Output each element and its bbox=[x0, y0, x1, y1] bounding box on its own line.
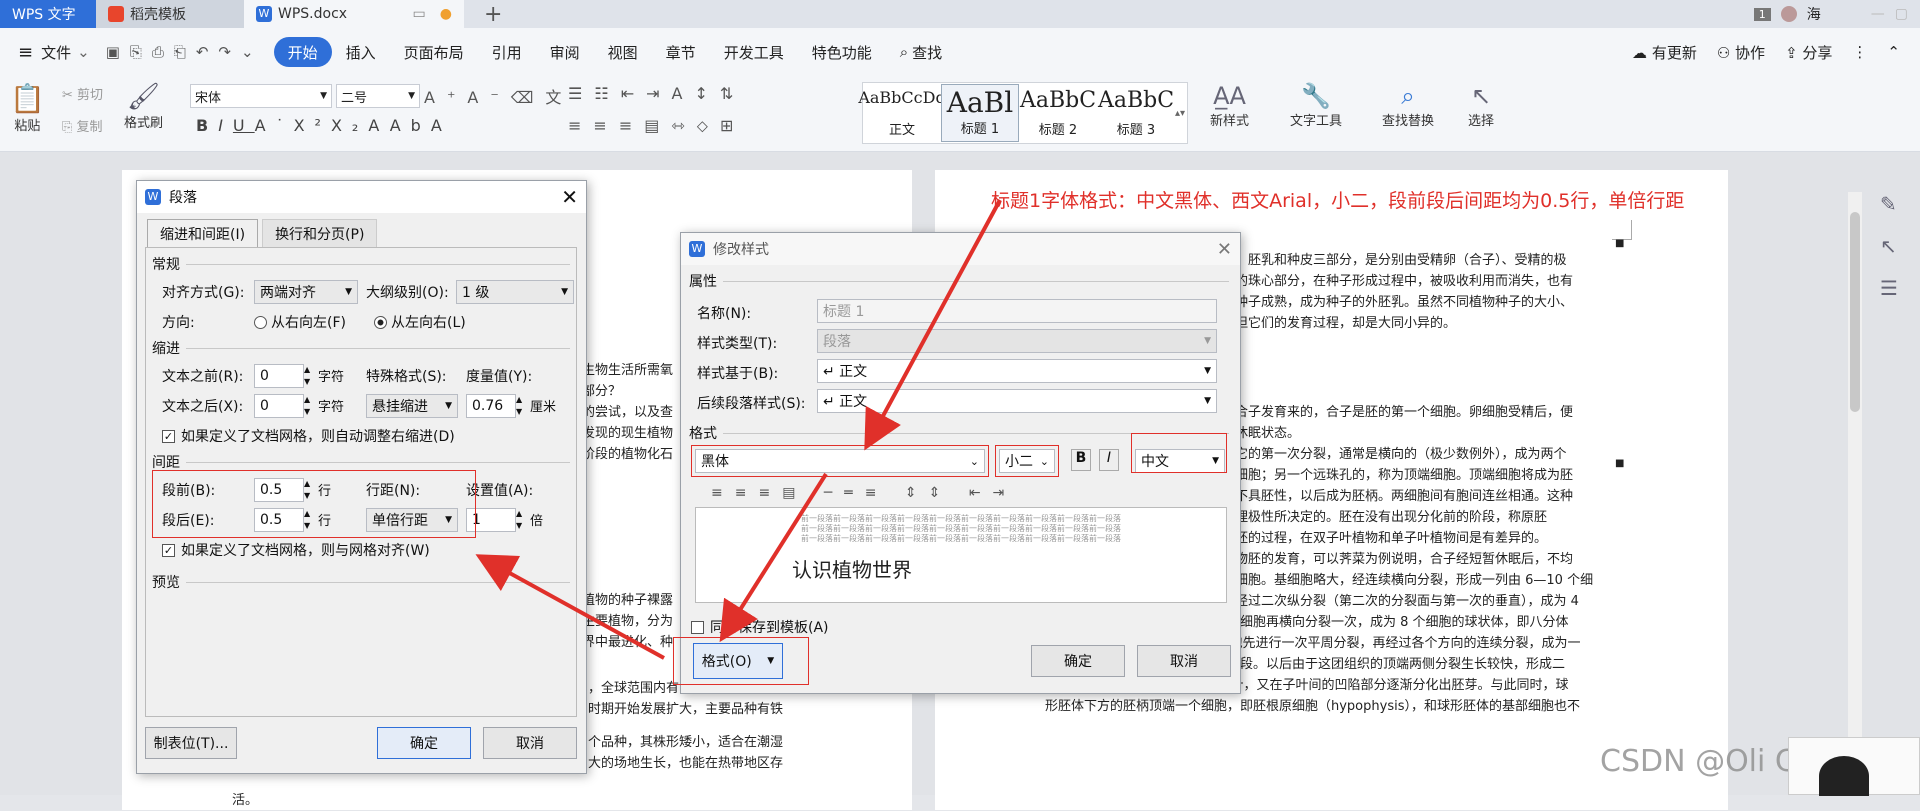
arrow-to-font bbox=[864, 199, 1002, 451]
arrow-to-format bbox=[719, 472, 828, 643]
annotation-arrows bbox=[475, 199, 1002, 660]
arrow-to-spacing bbox=[475, 554, 665, 660]
